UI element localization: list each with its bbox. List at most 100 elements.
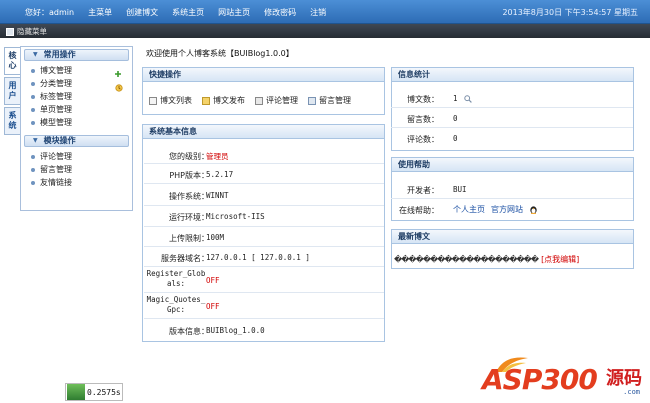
add-icon[interactable] (114, 70, 122, 78)
help-key: 在线帮助： (399, 206, 439, 215)
stat-value: 0 (453, 134, 458, 143)
info-key: 操作系统： (169, 192, 209, 201)
menu-item-label: 留言管理 (40, 165, 72, 174)
nav-site-home[interactable]: 网站主页 (218, 7, 250, 18)
menu-item-messages[interactable]: 留言管理 (21, 163, 132, 176)
clock: 2013年8月30日 下午3:54:57 星期五 (502, 8, 638, 17)
bullet-icon (31, 180, 35, 185)
stat-key: 评论数： (407, 135, 439, 144)
stats-title: 信息统计 (392, 68, 633, 82)
comment-icon (255, 96, 263, 105)
menu-item-label: 模型管理 (40, 118, 72, 127)
quick-label: 博文列表 (160, 96, 192, 105)
info-key: 您的级别： (169, 152, 209, 161)
nav-main-menu[interactable]: 主菜单 (88, 7, 112, 18)
nav-change-password[interactable]: 修改密码 (264, 7, 296, 18)
common-ops-header[interactable]: ▼ 常用操作 (24, 49, 129, 61)
sub-toolbar: 隐藏菜单 (0, 24, 650, 38)
nav-create-post[interactable]: 创建博文 (126, 7, 158, 18)
watermark-cn: 源码 (606, 368, 642, 389)
stats-row-posts: 博文数： 1 (391, 88, 633, 108)
info-key: 上传限制： (169, 234, 209, 243)
info-row-php: PHP版本： 5.2.17 (144, 164, 384, 184)
vertical-tabs: 核心 用户 系统 (4, 47, 21, 137)
tab-core[interactable]: 核心 (4, 47, 21, 75)
module-ops-title: 模块操作 (43, 136, 76, 145)
edit-post-link[interactable]: [点我编辑] (541, 254, 579, 265)
info-row-domain: 服务器域名： 127.0.0.1 [ 127.0.0.1 ] (144, 247, 384, 267)
info-row-env: 运行环境： Microsoft-IIS (144, 206, 384, 227)
help-row-online: 在线帮助： 个人主页 官方网站 (391, 199, 633, 220)
quick-ops-title: 快捷操作 (143, 68, 384, 82)
info-row-upload: 上传限制： 100M (144, 227, 384, 247)
watermark-brand: ASP300 (482, 363, 598, 396)
chevron-down-icon: ▼ (33, 137, 38, 144)
stat-key: 博文数： (407, 95, 439, 104)
common-ops-title: 常用操作 (43, 50, 76, 59)
info-value: BUIBlog_1.0.0 (206, 326, 265, 335)
bullet-icon (31, 154, 35, 159)
stats-row-comments: 评论数： 0 (391, 128, 633, 148)
quick-publish-post[interactable]: 博文发布 (202, 95, 245, 106)
tab-user[interactable]: 用户 (4, 77, 21, 105)
greeting: 您好：admin (25, 8, 75, 17)
menu-item-label: 评论管理 (40, 152, 72, 161)
quick-comments[interactable]: 评论管理 (255, 95, 298, 106)
render-time: 0.2575s (87, 387, 121, 397)
info-value: WINNT (206, 191, 229, 200)
qq-penguin-icon[interactable] (529, 205, 538, 214)
latest-post-title[interactable]: �������������������� (394, 255, 539, 264)
quick-post-list[interactable]: 博文列表 (149, 95, 192, 106)
bullet-icon (31, 68, 35, 73)
quick-label: 留言管理 (319, 96, 351, 105)
top-navbar: 您好：admin 主菜单 创建博文 系统主页 网站主页 修改密码 注销 2013… (0, 0, 650, 24)
info-key: 服务器域名： (161, 254, 209, 263)
info-row-os: 操作系统： WINNT (144, 184, 384, 206)
stats-row-messages: 留言数： 0 (391, 108, 633, 128)
info-row-version: 版本信息： BUIBlog_1.0.0 (144, 319, 384, 341)
latest-post-item[interactable]: �������������������� [点我编辑] (394, 254, 579, 265)
system-info-title: 系统基本信息 (143, 125, 384, 139)
menu-item-label: 分类管理 (40, 79, 72, 88)
tab-system[interactable]: 系统 (4, 107, 21, 135)
hide-menu-button[interactable]: 隐藏菜单 (6, 26, 47, 37)
stat-key: 留言数： (407, 115, 439, 124)
menu-item-label: 单页管理 (40, 105, 72, 114)
quick-ops-panel: 快捷操作 (142, 67, 385, 115)
quick-messages[interactable]: 留言管理 (308, 95, 351, 106)
help-key: 开发者： (407, 186, 439, 195)
nav-logout[interactable]: 注销 (310, 7, 326, 18)
info-value: 5.2.17 (206, 170, 234, 179)
menu-item-friend-links[interactable]: 友情链接 (21, 176, 132, 189)
menu-item-models[interactable]: 模型管理 (21, 116, 132, 129)
message-icon (308, 96, 316, 105)
menu-item-comments[interactable]: 评论管理 (21, 150, 132, 163)
info-value: 管理员 (206, 152, 229, 161)
info-row-magic-quotes: Magic_Quotes_Gpc: OFF (144, 293, 384, 319)
link-personal-home[interactable]: 个人主页 (453, 204, 485, 215)
info-key: 版本信息： (169, 327, 209, 336)
search-icon[interactable] (463, 94, 472, 103)
latest-posts-title: 最新博文 (392, 230, 633, 244)
bullet-icon (31, 94, 35, 99)
pencil-icon (202, 96, 210, 105)
info-value: 100M (206, 233, 225, 242)
help-row-developer: 开发者： BUI (391, 179, 633, 199)
refresh-icon[interactable] (115, 84, 123, 92)
info-key: Magic_Quotes_Gpc: (146, 295, 206, 314)
menu-item-label: 标签管理 (40, 92, 72, 101)
watermark-logo: ASP300 源码 .com (482, 357, 648, 402)
bullet-icon (31, 81, 35, 86)
menu-item-label: 友情链接 (40, 178, 72, 187)
module-ops-header[interactable]: ▼ 模块操作 (24, 135, 129, 147)
info-value: 127.0.0.1 [ 127.0.0.1 ] (206, 253, 310, 262)
menu-item-pages[interactable]: 单页管理 (21, 103, 132, 116)
info-value: OFF (206, 276, 220, 285)
bullet-icon (31, 167, 35, 172)
top-nav: 您好：admin 主菜单 创建博文 系统主页 网站主页 修改密码 注销 (25, 7, 340, 18)
bullet-icon (31, 107, 35, 112)
nav-system-home[interactable]: 系统主页 (172, 7, 204, 18)
render-time-badge: 0.2575s (65, 383, 123, 401)
document-icon (149, 96, 157, 105)
link-official-site[interactable]: 官方网站 (491, 204, 523, 215)
